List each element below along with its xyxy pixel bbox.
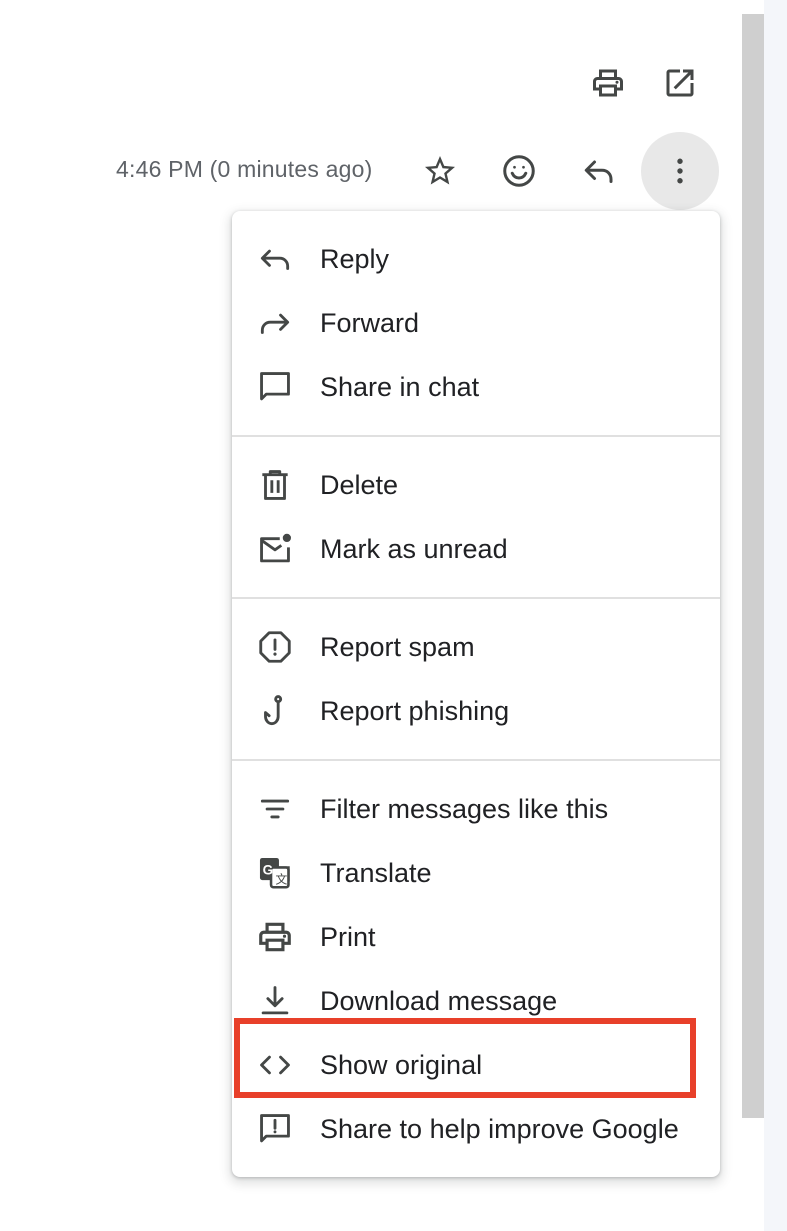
- menu-item-filter-messages[interactable]: Filter messages like this: [232, 777, 720, 841]
- code-icon: [256, 1046, 294, 1084]
- menu-item-label: Report phishing: [320, 696, 510, 726]
- menu-divider: [232, 435, 720, 437]
- report-icon: [256, 628, 294, 666]
- svg-text:G: G: [263, 863, 273, 878]
- menu-item-label: Reply: [320, 244, 390, 274]
- menu-item-label: Mark as unread: [320, 534, 508, 564]
- filter-icon: [256, 790, 294, 828]
- menu-item-show-original[interactable]: Show original: [232, 1033, 720, 1097]
- menu-item-forward[interactable]: Forward: [232, 291, 720, 355]
- menu-item-print[interactable]: Print: [232, 905, 720, 969]
- print-icon: [256, 918, 294, 956]
- menu-item-download-message[interactable]: Download message: [232, 969, 720, 1033]
- translate-icon: G 文: [256, 854, 294, 892]
- open-in-new-window-icon: [666, 69, 694, 97]
- menu-item-delete[interactable]: Delete: [232, 453, 720, 517]
- menu-item-label: Print: [320, 922, 376, 952]
- download-icon: [256, 982, 294, 1020]
- menu-divider: [232, 597, 720, 599]
- menu-item-label: Share in chat: [320, 372, 480, 402]
- more-options-button[interactable]: [641, 132, 719, 210]
- star-button[interactable]: [418, 149, 462, 193]
- more-vert-icon: [677, 158, 683, 184]
- menu-item-report-spam[interactable]: Report spam: [232, 615, 720, 679]
- emoji-reaction-icon: [503, 155, 535, 187]
- menu-item-label: Download message: [320, 986, 558, 1016]
- mark-unread-icon: [256, 530, 294, 568]
- menu-item-share-to-help-improve-google[interactable]: Share to help improve Google: [232, 1097, 720, 1161]
- message-options-menu: Reply Forward Share in chat Delete Mark …: [232, 211, 720, 1177]
- menu-item-report-phishing[interactable]: Report phishing: [232, 679, 720, 743]
- reply-button[interactable]: [577, 149, 621, 193]
- reply-icon: [584, 160, 613, 183]
- side-panel-strip: [764, 0, 787, 1231]
- email-view: 4:46 PM (0 minutes ago) Reply Forward Sh…: [0, 0, 787, 1231]
- menu-item-label: Delete: [320, 470, 399, 500]
- feedback-icon: [256, 1110, 294, 1148]
- menu-item-label: Translate: [320, 858, 432, 888]
- trash-icon: [256, 466, 294, 504]
- print-all-button[interactable]: [588, 63, 628, 103]
- add-reaction-button[interactable]: [497, 149, 541, 193]
- menu-divider: [232, 759, 720, 761]
- menu-item-reply[interactable]: Reply: [232, 227, 720, 291]
- open-in-new-window-button[interactable]: [660, 63, 700, 103]
- menu-item-label: Share to help improve Google: [320, 1114, 679, 1144]
- reply-icon: [256, 240, 294, 278]
- menu-item-label: Report spam: [320, 632, 475, 662]
- menu-item-mark-as-unread[interactable]: Mark as unread: [232, 517, 720, 581]
- menu-item-translate[interactable]: G 文 Translate: [232, 841, 720, 905]
- message-timestamp: 4:46 PM (0 minutes ago): [116, 156, 373, 182]
- menu-item-label: Forward: [320, 308, 420, 338]
- menu-item-share-in-chat[interactable]: Share in chat: [232, 355, 720, 419]
- menu-item-label: Show original: [320, 1050, 483, 1080]
- print-icon: [593, 69, 623, 97]
- star-icon: [425, 156, 455, 185]
- forward-icon: [256, 304, 294, 342]
- chat-bubble-icon: [256, 368, 294, 406]
- svg-text:文: 文: [275, 872, 287, 886]
- scrollbar[interactable]: [742, 14, 764, 1118]
- phishing-hook-icon: [256, 692, 294, 730]
- menu-item-label: Filter messages like this: [320, 794, 609, 824]
